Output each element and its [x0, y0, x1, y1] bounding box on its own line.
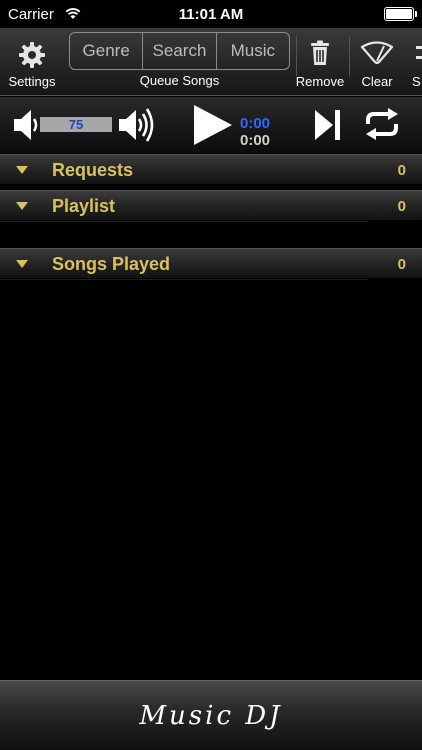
section-requests[interactable]: Requests 0 — [0, 154, 422, 184]
section-playlist[interactable]: Playlist 0 — [0, 190, 422, 220]
section-title: Requests — [52, 160, 134, 180]
play-icon[interactable] — [190, 103, 234, 147]
segment-music[interactable]: Music — [217, 33, 289, 69]
settings-button[interactable]: Settings — [2, 32, 62, 94]
trash-icon — [311, 40, 329, 65]
time-elapsed: 0:00 — [240, 115, 271, 132]
section-count: 0 — [397, 162, 406, 179]
app-title: Music DJ — [139, 701, 283, 731]
status-bar: Carrier 11:01 AM — [0, 0, 422, 28]
clock: 11:01 AM — [178, 6, 244, 23]
triangle-down-icon — [16, 166, 28, 174]
settings-label: Settings — [8, 74, 56, 89]
divider — [0, 279, 368, 280]
volume-low-icon[interactable] — [12, 107, 40, 143]
queue-segmented-control: Genre Search Music — [69, 32, 290, 70]
remove-button[interactable]: Remove — [292, 32, 348, 94]
repeat-icon[interactable] — [362, 106, 402, 142]
next-icon[interactable] — [313, 108, 343, 142]
wiper-icon — [360, 41, 394, 64]
shuffle-label: S — [412, 74, 421, 89]
divider — [0, 221, 368, 222]
volume-value: 75 — [68, 117, 84, 132]
volume-high-icon[interactable] — [117, 105, 155, 145]
time-total: 0:00 — [240, 132, 271, 149]
clear-label: Clear — [361, 74, 393, 89]
footer-bar: Music DJ — [0, 680, 422, 750]
section-count: 0 — [397, 256, 406, 273]
battery-icon — [384, 7, 417, 21]
triangle-down-icon — [16, 260, 28, 268]
clear-button[interactable]: Clear — [350, 32, 404, 94]
section-title: Songs Played — [52, 254, 171, 274]
toolbar: Settings Genre Search Music Queue Songs … — [0, 28, 422, 96]
shuffle-icon — [416, 46, 422, 59]
section-title: Playlist — [52, 196, 116, 216]
player-controls: 75 0:00 0:00 — [0, 97, 422, 153]
segment-genre[interactable]: Genre — [70, 33, 144, 69]
shuffle-button[interactable]: S — [404, 32, 422, 94]
section-songs-played[interactable]: Songs Played 0 — [0, 248, 422, 278]
section-count: 0 — [397, 198, 406, 215]
gear-icon — [19, 42, 45, 68]
remove-label: Remove — [295, 74, 345, 89]
triangle-down-icon — [16, 202, 28, 210]
queue-songs-label: Queue Songs — [139, 73, 220, 88]
segment-search[interactable]: Search — [143, 33, 217, 69]
